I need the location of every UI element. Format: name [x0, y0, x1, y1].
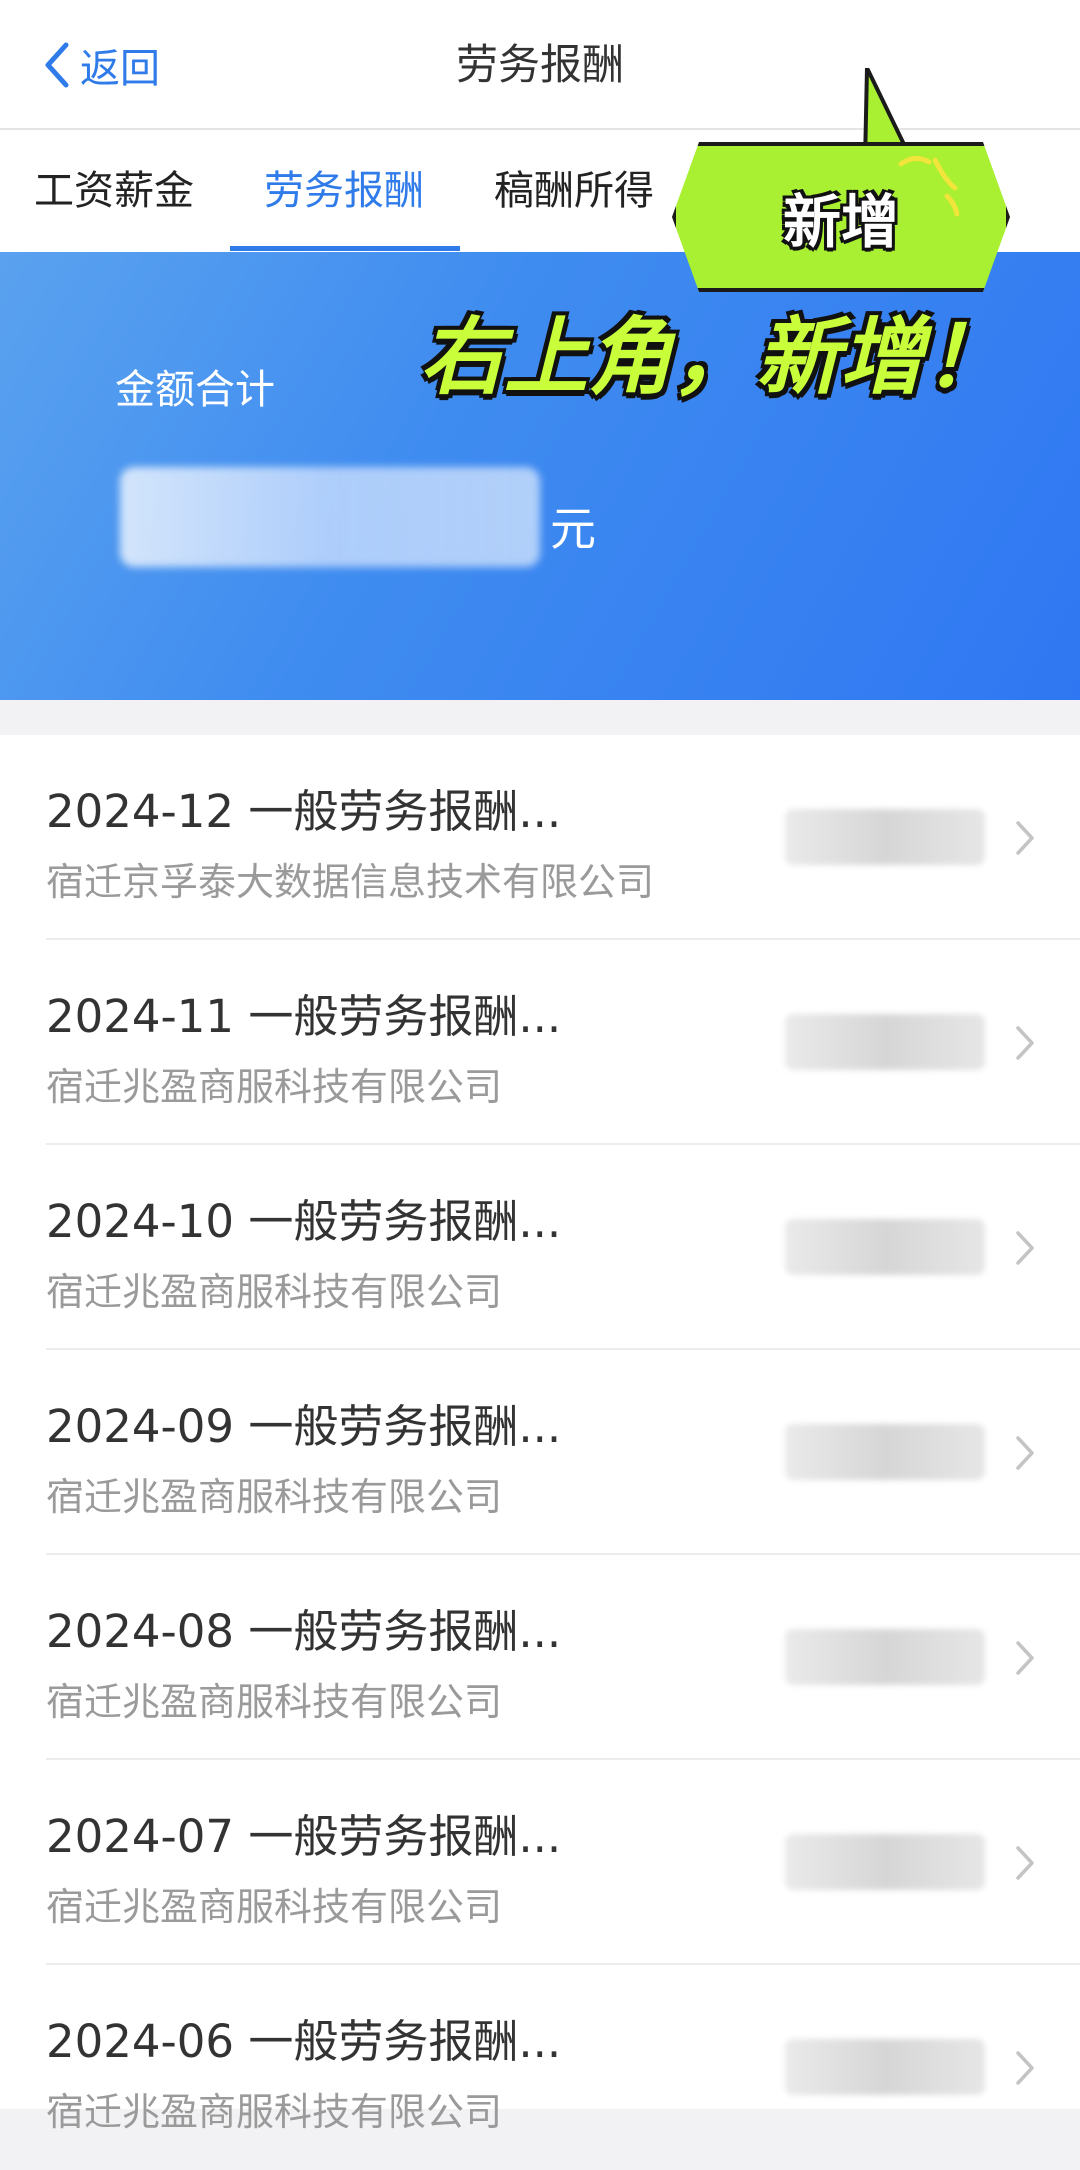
chevron-right-icon: [1016, 821, 1034, 855]
list-item[interactable]: 2024-07 一般劳务报酬... 宿迁兆盈商服科技有限公司: [0, 1760, 1080, 1965]
list-item[interactable]: 2024-08 一般劳务报酬... 宿迁兆盈商服科技有限公司: [0, 1555, 1080, 1760]
record-title: 2024-11 一般劳务报酬...: [46, 990, 562, 1043]
tab-labor-remuneration[interactable]: 劳务报酬: [264, 130, 424, 252]
record-company: 宿迁京孚泰大数据信息技术有限公司: [46, 860, 655, 904]
active-tab-indicator: [230, 246, 460, 251]
record-company: 宿迁兆盈商服科技有限公司: [46, 1270, 503, 1314]
list-item[interactable]: 2024-06 一般劳务报酬... 宿迁兆盈商服科技有限公司: [0, 1965, 1080, 2170]
chevron-right-icon: [1016, 1641, 1034, 1675]
tab-author-remuneration[interactable]: 稿酬所得: [494, 130, 654, 252]
amount-unit: 元: [550, 502, 596, 556]
redacted-amount: [785, 2039, 985, 2095]
spark-icon: [898, 156, 960, 217]
list-item[interactable]: 2024-12 一般劳务报酬... 宿迁京孚泰大数据信息技术有限公司: [0, 735, 1080, 940]
redacted-amount: [785, 1424, 985, 1480]
redacted-amount: [785, 1834, 985, 1890]
record-company: 宿迁兆盈商服科技有限公司: [46, 1065, 503, 1109]
total-amount-value: 元: [120, 457, 600, 567]
record-title: 2024-12 一般劳务报酬...: [46, 785, 562, 838]
redacted-amount: [785, 1629, 985, 1685]
record-list: 2024-12 一般劳务报酬... 宿迁京孚泰大数据信息技术有限公司 2024-…: [0, 735, 1080, 2134]
chevron-right-icon: [1016, 1846, 1034, 1880]
overlay-caption: 右上角，新增！: [420, 308, 1009, 406]
callout-text: 新增: [782, 188, 899, 256]
redacted-amount: [785, 1014, 985, 1070]
record-company: 宿迁兆盈商服科技有限公司: [46, 1885, 503, 1929]
chevron-right-icon: [1016, 2051, 1034, 2085]
record-title: 2024-08 一般劳务报酬...: [46, 1605, 562, 1658]
record-title: 2024-10 一般劳务报酬...: [46, 1195, 562, 1248]
chevron-right-icon: [1016, 1436, 1034, 1470]
record-company: 宿迁兆盈商服科技有限公司: [46, 1475, 503, 1519]
total-amount-label: 金额合计: [115, 367, 275, 413]
list-item[interactable]: 2024-11 一般劳务报酬... 宿迁兆盈商服科技有限公司: [0, 940, 1080, 1145]
tab-salary[interactable]: 工资薪金: [34, 130, 194, 252]
redacted-amount: [785, 1219, 985, 1275]
chevron-right-icon: [1016, 1231, 1034, 1265]
record-company: 宿迁兆盈商服科技有限公司: [46, 1680, 503, 1724]
list-item[interactable]: 2024-10 一般劳务报酬... 宿迁兆盈商服科技有限公司: [0, 1145, 1080, 1350]
record-title: 2024-09 一般劳务报酬...: [46, 1400, 562, 1453]
redacted-amount: [785, 809, 985, 865]
record-title: 2024-07 一般劳务报酬...: [46, 1810, 562, 1863]
record-title: 2024-06 一般劳务报酬...: [46, 2015, 562, 2068]
redacted-amount: [120, 467, 540, 567]
list-item[interactable]: 2024-09 一般劳务报酬... 宿迁兆盈商服科技有限公司: [0, 1350, 1080, 1555]
chevron-right-icon: [1016, 1026, 1034, 1060]
